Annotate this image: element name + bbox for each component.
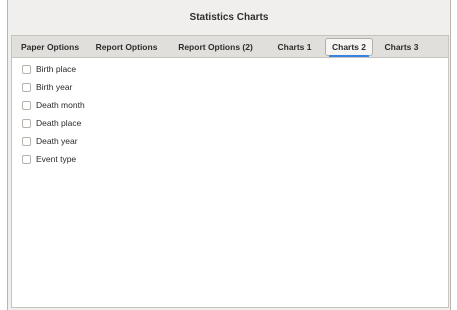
checkbox-box[interactable] xyxy=(22,136,31,146)
tab-report-options[interactable]: Report Options xyxy=(88,36,165,58)
checkbox-label[interactable]: Death month xyxy=(36,100,85,110)
checkbox-box[interactable] xyxy=(22,118,31,128)
tab-charts-2[interactable]: Charts 2 xyxy=(323,36,375,58)
checkbox-box[interactable] xyxy=(22,82,31,92)
checkbox-birth-year[interactable]: Birth year xyxy=(22,80,72,94)
checkbox-label[interactable]: Birth place xyxy=(36,64,76,74)
tab-label: Charts 2 xyxy=(324,38,373,56)
checkbox-event-type[interactable]: Event type xyxy=(22,152,76,166)
checkbox-box[interactable] xyxy=(22,154,31,164)
checkbox-label[interactable]: Death year xyxy=(36,136,78,146)
window-frame-left xyxy=(0,0,8,310)
tab-label: Report Options (2) xyxy=(178,42,253,52)
checkbox-label[interactable]: Death place xyxy=(36,118,81,128)
tab-report-options-2[interactable]: Report Options (2) xyxy=(165,36,266,58)
tab-page-charts-2: Birth place Birth year Death month Death… xyxy=(11,57,449,308)
dialog-title: Statistics Charts xyxy=(189,12,269,23)
notebook: Paper Options Report Options Report Opti… xyxy=(8,35,450,310)
checkbox-box[interactable] xyxy=(22,100,31,110)
checkbox-death-place[interactable]: Death place xyxy=(22,116,81,130)
checkbox-label[interactable]: Birth year xyxy=(36,82,72,92)
checkbox-death-year[interactable]: Death year xyxy=(22,134,78,148)
tab-charts-1[interactable]: Charts 1 xyxy=(266,36,323,58)
window-frame-right xyxy=(450,0,457,310)
checkbox-box[interactable] xyxy=(22,64,31,74)
tab-charts-3[interactable]: Charts 3 xyxy=(375,36,428,58)
tab-bar: Paper Options Report Options Report Opti… xyxy=(11,35,449,58)
tab-label: Charts 1 xyxy=(277,42,312,52)
tab-label: Charts 3 xyxy=(384,42,419,52)
tab-label: Paper Options xyxy=(20,42,80,52)
tab-paper-options[interactable]: Paper Options xyxy=(12,36,88,58)
checkbox-birth-place[interactable]: Birth place xyxy=(22,62,76,76)
tab-label: Report Options xyxy=(95,42,158,52)
checkbox-death-month[interactable]: Death month xyxy=(22,98,85,112)
checkbox-label[interactable]: Event type xyxy=(36,154,76,164)
